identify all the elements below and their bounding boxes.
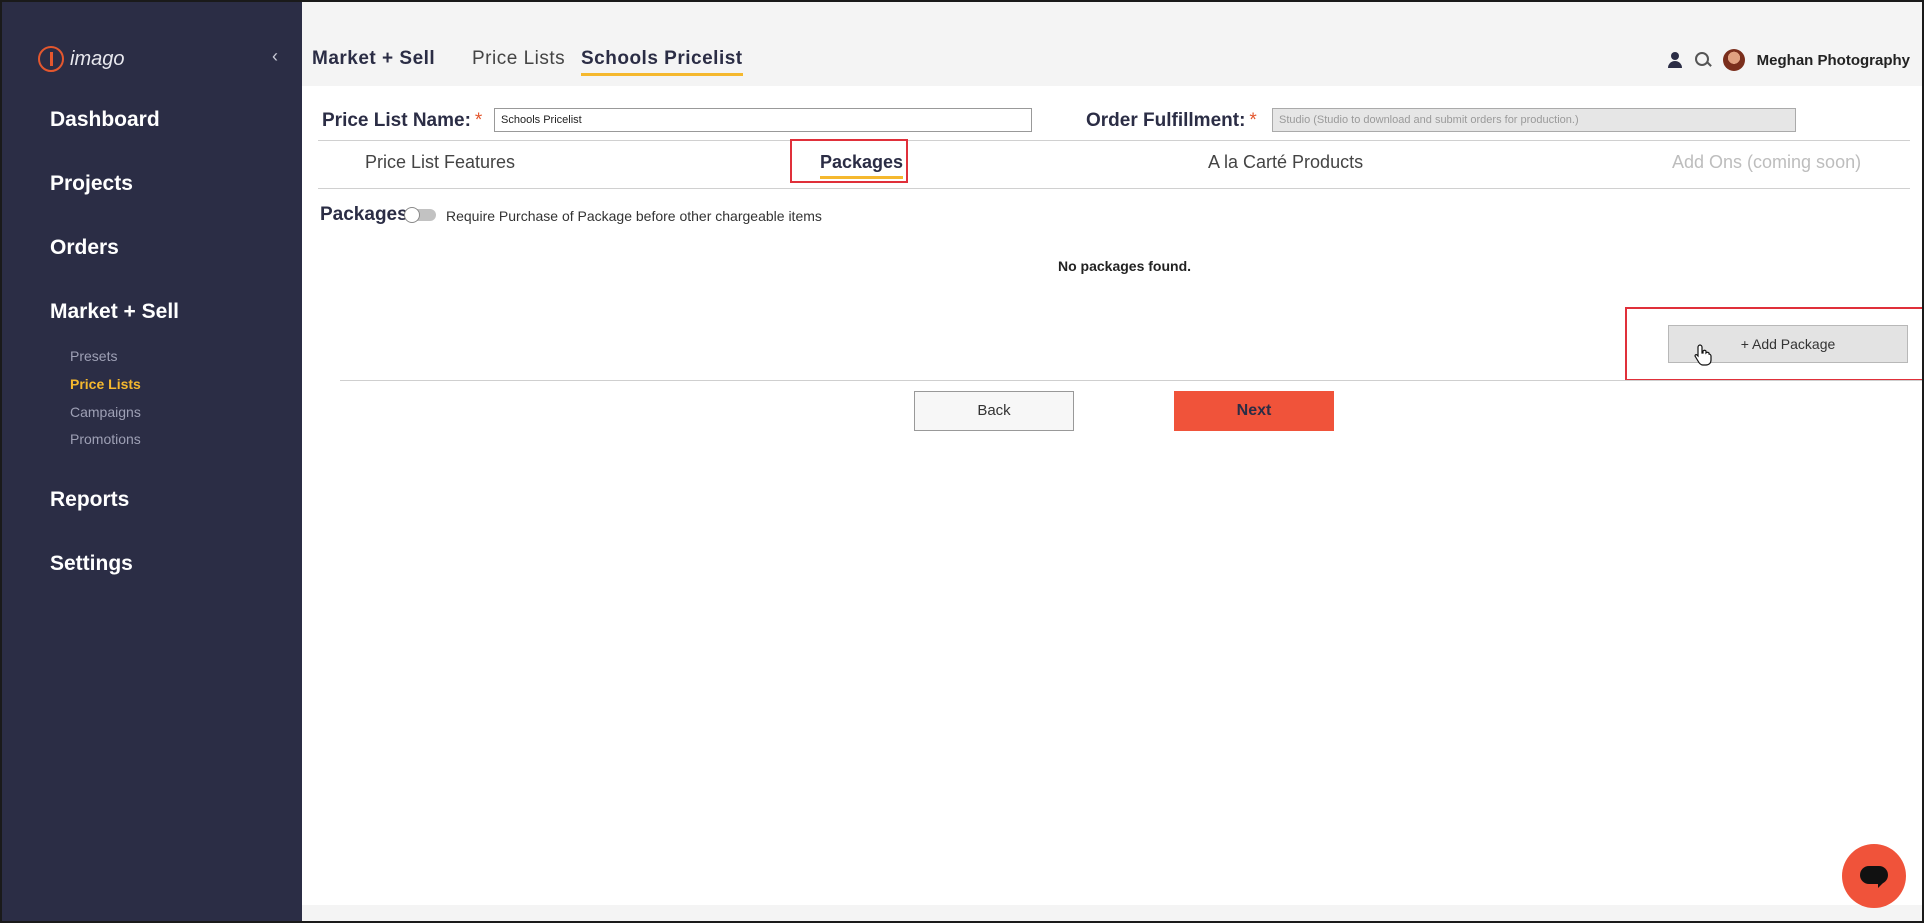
sidebar-item-market-sell[interactable]: Market + Sell (50, 300, 179, 324)
logo-text: imago (70, 47, 125, 70)
sidebar-item-orders[interactable]: Orders (50, 236, 119, 260)
top-bar: Market + Sell Price Lists Schools Pricel… (302, 2, 1922, 86)
sidebar: imago ‹ Dashboard Projects Orders Market… (2, 2, 302, 921)
price-list-name-label-text: Price List Name: (322, 110, 471, 131)
tab-add-ons: Add Ons (coming soon) (1672, 152, 1862, 172)
imago-logo-icon (38, 46, 64, 72)
sidebar-item-dashboard[interactable]: Dashboard (50, 108, 160, 132)
search-icon[interactable] (1694, 52, 1711, 68)
sidebar-subitem-promotions[interactable]: Promotions (70, 431, 141, 447)
breadcrumb-price-lists[interactable]: Price Lists (472, 48, 565, 70)
sidebar-subitem-price-lists[interactable]: Price Lists (70, 376, 141, 392)
required-mark: * (474, 110, 483, 131)
bottom-strip (302, 905, 1922, 921)
order-fulfillment-label: Order Fulfillment: * (1086, 110, 1257, 132)
sidebar-item-settings[interactable]: Settings (50, 552, 133, 576)
back-button[interactable]: Back (914, 391, 1074, 431)
app-window: imago ‹ Dashboard Projects Orders Market… (0, 0, 1924, 923)
sidebar-subitem-campaigns[interactable]: Campaigns (70, 404, 141, 420)
order-fulfillment-field (1272, 108, 1796, 132)
price-list-name-input[interactable] (494, 108, 1032, 132)
require-package-toggle-label: Require Purchase of Package before other… (446, 208, 822, 224)
sidebar-subitem-presets[interactable]: Presets (70, 348, 117, 364)
tab-price-list-features[interactable]: Price List Features (365, 152, 515, 173)
tabs-bottom-divider (318, 188, 1910, 189)
main-content: Market + Sell Price Lists Schools Pricel… (302, 2, 1922, 921)
account-area: Meghan Photography (1667, 49, 1910, 71)
chat-icon[interactable] (1842, 844, 1906, 908)
account-name[interactable]: Meghan Photography (1757, 52, 1910, 69)
sidebar-item-projects[interactable]: Projects (50, 172, 133, 196)
price-list-name-label: Price List Name: * (322, 110, 482, 132)
required-mark: * (1249, 110, 1257, 131)
hand-cursor-icon (1694, 344, 1712, 366)
actions-divider (340, 380, 1922, 381)
next-button[interactable]: Next (1174, 391, 1334, 431)
packages-section-label: Packages (320, 204, 408, 225)
avatar[interactable] (1722, 49, 1745, 71)
user-icon[interactable] (1667, 52, 1683, 68)
tab-packages[interactable]: Packages (820, 152, 904, 179)
breadcrumb-market-sell[interactable]: Market + Sell (312, 48, 435, 70)
sidebar-item-reports[interactable]: Reports (50, 488, 129, 512)
require-package-toggle[interactable] (404, 207, 436, 223)
collapse-sidebar-icon[interactable]: ‹ (272, 46, 278, 67)
logo[interactable]: imago (38, 46, 124, 72)
breadcrumb-schools-pricelist: Schools Pricelist (581, 48, 743, 76)
tabs-top-divider (318, 140, 1910, 141)
tab-a-la-carte-products[interactable]: A la Carté Products (1208, 152, 1363, 173)
order-fulfillment-label-text: Order Fulfillment: (1086, 110, 1246, 131)
empty-state-message: No packages found. (1058, 258, 1192, 274)
